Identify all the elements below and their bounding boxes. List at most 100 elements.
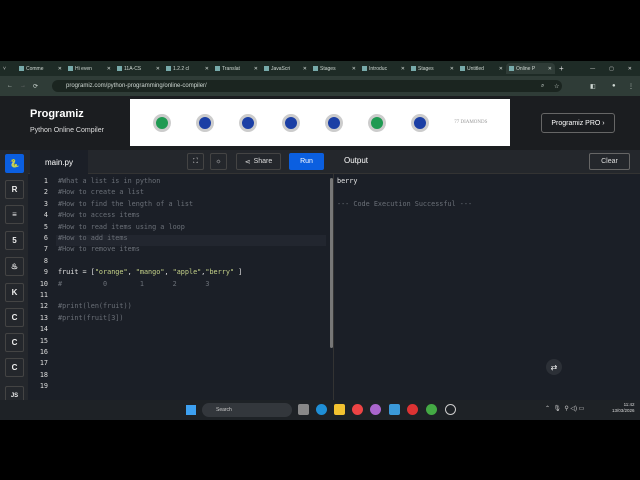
browser-tab[interactable]: 11A-CS ✕ — [114, 63, 163, 74]
file-tab-main-py[interactable]: main.py — [30, 150, 88, 174]
tab-search-icon[interactable]: ˅ — [3, 66, 13, 72]
html-icon[interactable]: 5 — [5, 231, 24, 250]
close-window-button[interactable]: ✕ — [628, 66, 632, 72]
ring-image — [195, 113, 214, 132]
browser-tab[interactable]: 1.2.2 cl ✕ — [163, 63, 212, 74]
new-tab-button[interactable]: + — [559, 64, 564, 73]
language-sidebar: 🐍 R ≡ 5 ♨ K C C C JS — [0, 150, 28, 405]
bookmark-star-icon[interactable]: ☆ — [554, 83, 559, 90]
task-view-icon[interactable] — [298, 404, 309, 415]
cpp-icon[interactable]: C — [5, 333, 24, 352]
close-tab-icon[interactable]: ✕ — [352, 66, 356, 72]
favicon-icon — [166, 66, 171, 71]
chrome-profile-icon[interactable] — [426, 404, 437, 415]
browser-tab-bar: ˅ Comme ✕ Hi even ✕ 11A-CS ✕ 1.2.2 cl ✕ Translat… — [0, 61, 640, 76]
browser-tab[interactable]: Stages ✕ — [310, 63, 359, 74]
code-line[interactable]: fruit = ["orange", "mango", "apple","ber… — [58, 268, 242, 276]
clear-button[interactable]: Clear — [589, 153, 630, 170]
windows-start-icon[interactable] — [186, 405, 196, 415]
browser-tab[interactable]: Online P ✕ — [506, 63, 555, 74]
taskbar-search[interactable]: Search — [202, 403, 292, 417]
maximize-button[interactable]: ▢ — [609, 66, 614, 72]
browser-tab[interactable]: JavaScri ✕ — [261, 63, 310, 74]
close-tab-icon[interactable]: ✕ — [450, 66, 454, 72]
share-button[interactable]: ⋖ Share — [236, 153, 281, 170]
close-tab-icon[interactable]: ✕ — [107, 66, 111, 72]
line-number: 1 — [43, 177, 48, 185]
browser-tab[interactable]: Hi even ✕ — [65, 63, 114, 74]
close-tab-icon[interactable]: ✕ — [156, 66, 160, 72]
app-icon[interactable] — [445, 404, 456, 415]
zoom-icon[interactable]: ⌕ — [541, 83, 544, 90]
app-icon[interactable] — [389, 404, 400, 415]
floating-action-button[interactable]: ⇄ — [546, 359, 562, 375]
close-tab-icon[interactable]: ✕ — [303, 66, 307, 72]
tab-title: Untitled — [467, 65, 484, 72]
code-line[interactable]: #How to access items — [58, 211, 140, 219]
output-title: Output — [344, 156, 369, 165]
address-bar-row: ← → ⟳ programiz.com/python-programming/o… — [0, 76, 640, 96]
back-icon[interactable]: ← — [7, 83, 13, 89]
profile-avatar[interactable]: ● — [612, 83, 616, 89]
extensions-icon[interactable]: ◧ — [590, 83, 596, 90]
app-icon[interactable] — [407, 404, 418, 415]
date: 13/03/2026 — [612, 408, 635, 413]
close-tab-icon[interactable]: ✕ — [254, 66, 258, 72]
programiz-logo[interactable]: Programiz — [30, 108, 84, 120]
programiz-pro-button[interactable]: Programiz PRO › — [541, 113, 615, 133]
code-line[interactable]: #What a list is in python — [58, 177, 160, 185]
line-number: 10 — [39, 279, 48, 288]
browser-tab[interactable]: Stages ✕ — [408, 63, 457, 74]
code-line[interactable]: #How to remove items — [58, 245, 140, 253]
close-tab-icon[interactable]: ✕ — [499, 66, 503, 72]
ad-banner[interactable]: 77 DIAMONDS — [130, 99, 510, 146]
theme-toggle-sun-icon[interactable]: ☼ — [210, 153, 227, 170]
copilot-icon[interactable] — [370, 404, 381, 415]
chrome-icon[interactable] — [352, 404, 363, 415]
minimize-button[interactable]: — — [590, 66, 595, 72]
ring-image — [324, 113, 343, 132]
reload-icon[interactable]: ⟳ — [33, 83, 38, 90]
code-line[interactable]: #How to read items using a loop — [58, 223, 185, 231]
tab-title: 11A-CS — [124, 65, 142, 72]
output-line: berry — [337, 177, 358, 185]
kotlin-icon[interactable]: K — [5, 283, 24, 302]
tab-title: 1.2.2 cl — [173, 65, 190, 72]
close-tab-icon[interactable]: ✕ — [401, 66, 405, 72]
system-tray-icons[interactable]: ⌃ 🎙 ⚲ ◁) ▭ — [545, 405, 584, 412]
url-input[interactable]: programiz.com/python-programming/online-… — [52, 80, 562, 92]
tab-title: Stages — [418, 65, 434, 72]
code-line[interactable]: #How to add items — [58, 234, 128, 242]
edge-icon[interactable] — [316, 404, 327, 415]
line-number: 19 — [39, 382, 48, 391]
code-line[interactable]: #print(len(fruit)) — [58, 302, 132, 310]
line-number: 5 — [43, 222, 48, 231]
code-line[interactable]: # 0 1 2 3 — [58, 280, 209, 288]
sql-icon[interactable]: ≡ — [5, 205, 24, 224]
clock[interactable]: 11:42 13/03/2026 — [612, 402, 635, 414]
c-icon[interactable]: C — [5, 308, 24, 327]
close-tab-icon[interactable]: ✕ — [548, 66, 552, 72]
code-line[interactable]: #print(fruit[3]) — [58, 314, 123, 322]
forward-icon[interactable]: → — [20, 83, 26, 89]
code-line[interactable]: #How to find the length of a list — [58, 200, 193, 208]
favicon-icon — [68, 66, 73, 71]
fullscreen-button[interactable]: ⛶ — [187, 153, 204, 170]
python-icon[interactable]: 🐍 — [5, 154, 24, 173]
browser-tab[interactable]: Untitled ✕ — [457, 63, 506, 74]
close-tab-icon[interactable]: ✕ — [205, 66, 209, 72]
menu-icon[interactable]: ⋮ — [628, 83, 634, 90]
file-explorer-icon[interactable] — [334, 404, 345, 415]
java-icon[interactable]: ♨ — [5, 257, 24, 276]
csharp-icon[interactable]: C — [5, 358, 24, 377]
browser-tab[interactable]: Introduc ✕ — [359, 63, 408, 74]
browser-tab[interactable]: Translat ✕ — [212, 63, 261, 74]
code-editor[interactable]: 1 #What a list is in python 2 #How to creat… — [28, 174, 333, 400]
close-tab-icon[interactable]: ✕ — [58, 66, 62, 72]
run-button[interactable]: Run — [289, 153, 324, 170]
browser-tab[interactable]: Comme ✕ — [16, 63, 65, 74]
r-icon[interactable]: R — [5, 180, 24, 199]
line-number: 7 — [43, 245, 48, 254]
code-line[interactable]: #How to create a list — [58, 188, 144, 196]
share-icon: ⋖ — [244, 158, 251, 166]
